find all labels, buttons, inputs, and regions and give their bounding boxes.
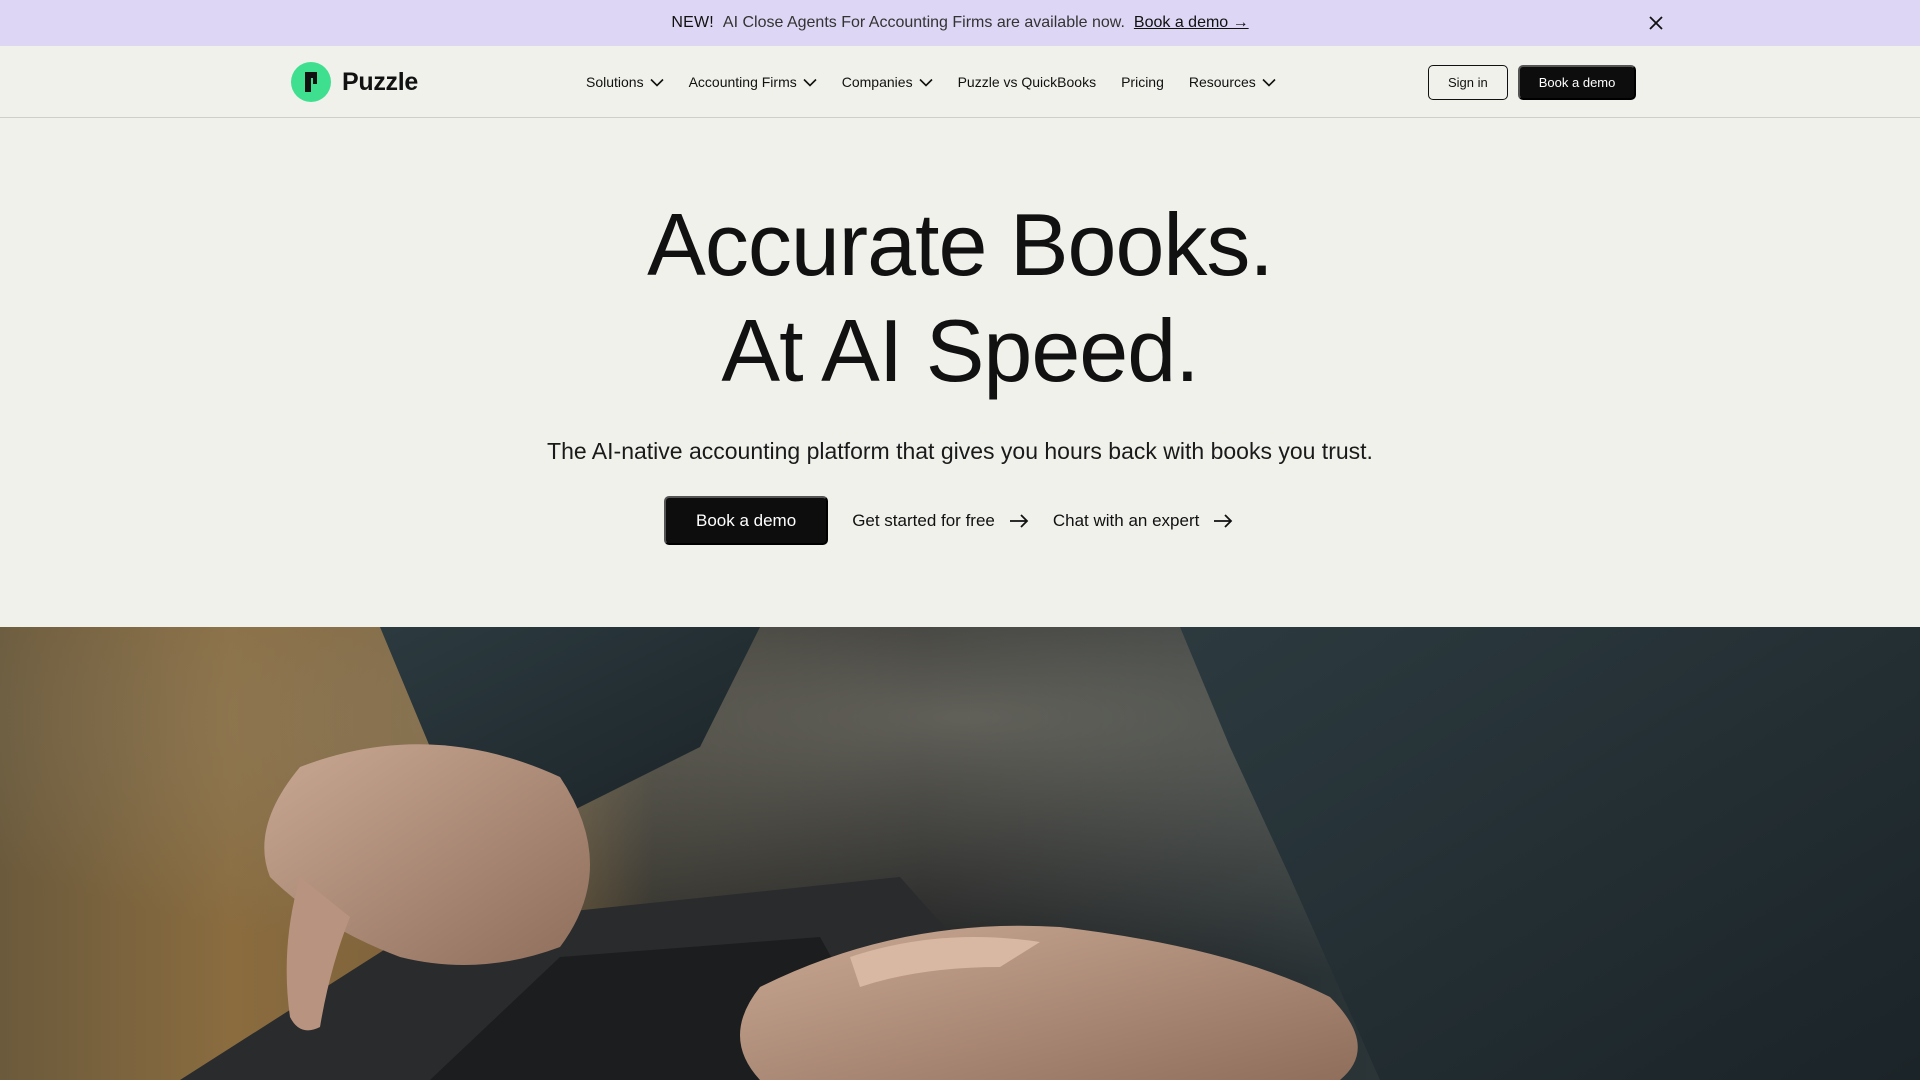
announcement-bar: NEW! AI Close Agents For Accounting Firm… (0, 0, 1920, 46)
chevron-down-icon (1262, 78, 1276, 87)
chevron-down-icon (650, 78, 664, 87)
brand-name: Puzzle (342, 67, 418, 96)
hero-photo (0, 627, 1920, 1080)
nav-item-label: Resources (1188, 74, 1256, 90)
hero-book-demo-button[interactable]: Book a demo (664, 496, 829, 545)
puzzle-logo[interactable]: Puzzle (291, 62, 418, 102)
chat-with-expert-label: Chat with an expert (1052, 510, 1200, 530)
puzzle-logo-icon (291, 62, 331, 102)
nav-actions: Sign in Book a demo (1428, 64, 1637, 100)
hero-subtitle: The AI-native accounting platform that g… (547, 438, 1373, 464)
arrow-right-icon (1009, 513, 1029, 528)
hero-title-line-2: At AI Speed. (721, 301, 1199, 400)
get-started-link[interactable]: Get started for free (852, 511, 1029, 531)
nav-item-puzzle-vs-quickbooks[interactable]: Puzzle vs QuickBooks (958, 74, 1097, 90)
get-started-label: Get started for free (852, 510, 995, 530)
top-navigation: Puzzle Solutions Accounting Firms Compan… (0, 46, 1920, 118)
announcement-message: AI Close Agents For Accounting Firms are… (722, 14, 1125, 31)
nav-item-label: Pricing (1121, 74, 1164, 90)
main-menu: Solutions Accounting Firms Companies Puz… (586, 46, 1301, 118)
nav-item-resources[interactable]: Resources (1189, 74, 1276, 90)
nav-item-accounting-firms[interactable]: Accounting Firms (689, 74, 817, 90)
nav-item-solutions[interactable]: Solutions (586, 74, 664, 90)
arrow-right-icon (1213, 513, 1233, 528)
nav-item-label: Accounting Firms (688, 74, 797, 90)
hero-cta-row: Book a demo Get started for free Chat wi… (664, 496, 1233, 545)
chevron-down-icon (803, 78, 817, 87)
announcement-book-demo-link[interactable]: Book a demo → (1134, 14, 1249, 32)
nav-item-label: Companies (841, 74, 913, 90)
nav-item-label: Puzzle vs QuickBooks (957, 74, 1097, 90)
nav-item-label: Solutions (586, 74, 644, 90)
sign-in-button[interactable]: Sign in (1428, 64, 1508, 100)
announcement-badge: NEW! (671, 14, 714, 31)
chat-with-expert-link[interactable]: Chat with an expert (1053, 511, 1233, 531)
chevron-down-icon (919, 78, 933, 87)
hero-title-line-1: Accurate Books. (647, 195, 1274, 294)
nav-book-demo-button[interactable]: Book a demo (1517, 64, 1637, 100)
close-icon[interactable] (1644, 11, 1668, 35)
nav-item-pricing[interactable]: Pricing (1121, 74, 1164, 90)
hero-title: Accurate Books. At AI Speed. (0, 192, 1920, 404)
nav-item-companies[interactable]: Companies (842, 74, 933, 90)
hero-photo-illustration (0, 627, 1920, 1080)
